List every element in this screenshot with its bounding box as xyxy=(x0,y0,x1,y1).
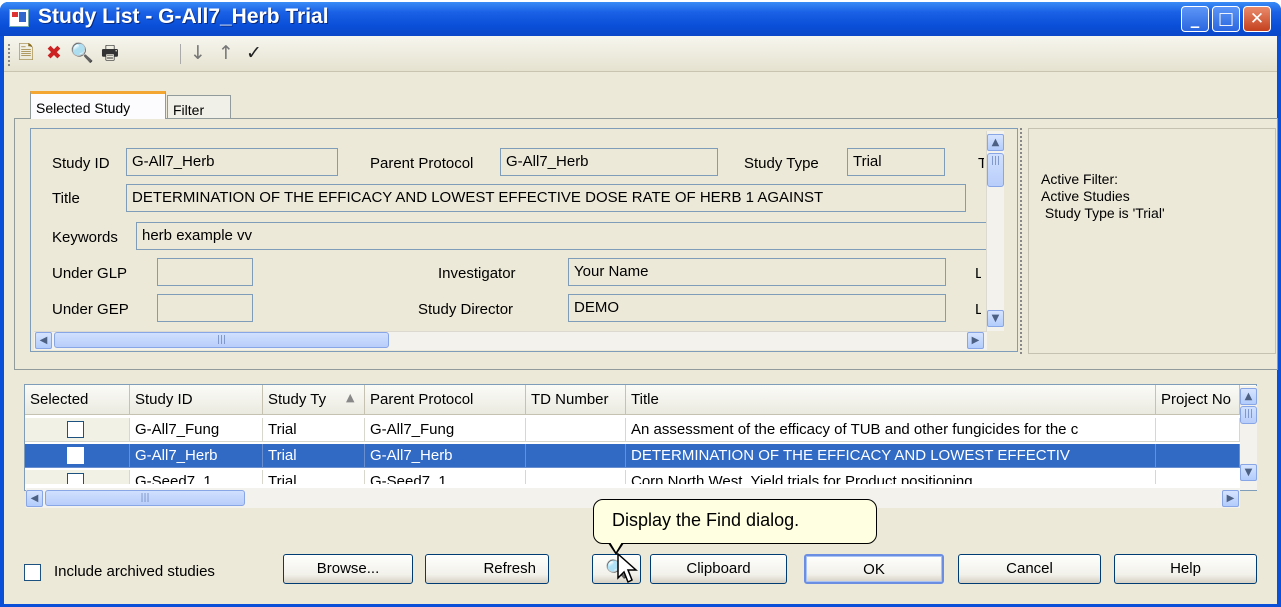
under-gep-field[interactable] xyxy=(157,294,253,322)
study-type-label: Study Type xyxy=(744,155,819,172)
vertical-scroll-thumb[interactable]: ||| xyxy=(987,153,1004,187)
print-icon[interactable]: 🖶 xyxy=(98,42,122,64)
scroll-down-icon[interactable]: ▼ xyxy=(1240,464,1257,481)
sort-ascending-icon: ▲ xyxy=(346,391,355,404)
column-header-parent-protocol[interactable]: Parent Protocol xyxy=(365,385,526,415)
help-button[interactable]: Help xyxy=(1114,554,1257,584)
title-cell[interactable]: DETERMINATION OF THE EFFICACY AND LOWEST… xyxy=(626,444,1156,468)
find-tooltip: Display the Find dialog. xyxy=(593,499,877,544)
refresh-button[interactable]: Refresh xyxy=(425,554,549,584)
column-header-td-number[interactable]: TD Number xyxy=(526,385,626,415)
active-filter-pane xyxy=(1028,128,1276,354)
horizontal-scroll-thumb[interactable]: ||| xyxy=(54,332,389,348)
keywords-field[interactable]: herb example vv xyxy=(136,222,988,250)
keywords-label: Keywords xyxy=(52,229,118,246)
under-gep-label: Under GEP xyxy=(52,301,129,318)
title-field[interactable]: DETERMINATION OF THE EFFICACY AND LOWEST… xyxy=(126,184,966,212)
cut-off-label: T xyxy=(978,155,984,172)
scroll-left-icon[interactable]: ◀ xyxy=(35,332,52,349)
delete-icon[interactable]: ✖ xyxy=(42,42,66,64)
scroll-right-icon[interactable]: ▶ xyxy=(1222,490,1239,507)
include-archived-label[interactable]: Include archived studies xyxy=(54,563,215,580)
project-no-cell[interactable] xyxy=(1156,444,1240,468)
td-number-cell[interactable] xyxy=(526,418,626,442)
row-checkbox[interactable] xyxy=(67,447,84,464)
title-cell[interactable]: An assessment of the efficacy of TUB and… xyxy=(626,418,1156,442)
study-director-field[interactable]: DEMO xyxy=(568,294,946,322)
study-type-cell[interactable]: Trial xyxy=(263,418,365,442)
parent-protocol-field[interactable]: G-All7_Herb xyxy=(500,148,718,176)
scroll-left-icon[interactable]: ◀ xyxy=(26,490,43,507)
column-header-title[interactable]: Title xyxy=(626,385,1156,415)
tab-selected-study[interactable]: Selected Study xyxy=(30,91,166,119)
study-id-cell[interactable]: G-All7_Fung xyxy=(130,418,263,442)
app-icon[interactable] xyxy=(9,9,29,27)
under-glp-label: Under GLP xyxy=(52,265,128,282)
cancel-button[interactable]: Cancel xyxy=(958,554,1101,584)
td-number-cell[interactable] xyxy=(526,444,626,468)
column-header-selected[interactable]: Selected xyxy=(25,385,130,415)
column-header-study-id[interactable]: Study ID xyxy=(130,385,263,415)
selected-cell[interactable] xyxy=(25,418,130,442)
study-type-cell[interactable]: Trial xyxy=(263,444,365,468)
study-id-label: Study ID xyxy=(52,155,110,172)
horizontal-scroll-thumb[interactable]: ||| xyxy=(45,490,245,506)
scroll-right-icon[interactable]: ▶ xyxy=(967,332,984,349)
title-label: Title xyxy=(52,190,80,207)
tab-filter[interactable]: Filter xyxy=(167,95,231,118)
maximize-button[interactable]: □ xyxy=(1212,6,1240,32)
include-archived-checkbox[interactable] xyxy=(24,564,41,581)
parent-protocol-label: Parent Protocol xyxy=(370,155,474,172)
cursor-icon xyxy=(617,552,638,584)
study-id-cell[interactable]: G-All7_Herb xyxy=(130,444,263,468)
study-director-label: Study Director xyxy=(418,301,514,318)
find-icon[interactable]: 🔍 xyxy=(70,42,94,64)
check-icon[interactable]: ✓ xyxy=(242,42,266,64)
clipboard-button[interactable]: Clipboard xyxy=(650,554,787,584)
minimize-button[interactable]: _ xyxy=(1181,6,1209,32)
under-glp-field[interactable] xyxy=(157,258,253,286)
study-id-field[interactable]: G-All7_Herb xyxy=(126,148,338,176)
browse-button[interactable]: Browse... xyxy=(283,554,413,584)
splitter[interactable] xyxy=(1020,128,1024,354)
sort-descending-icon[interactable]: ↑ xyxy=(214,42,238,64)
sort-ascending-icon[interactable]: ↓ xyxy=(186,42,210,64)
cut-off-label: L xyxy=(975,301,981,318)
scroll-up-icon[interactable]: ▲ xyxy=(1240,388,1257,405)
toolbar-grip-icon[interactable] xyxy=(8,44,11,66)
tooltip-pointer-fill xyxy=(610,542,622,552)
properties-icon[interactable]: 🗎 xyxy=(14,42,38,64)
investigator-field[interactable]: Your Name xyxy=(568,258,946,286)
toolbar-separator xyxy=(180,44,181,64)
investigator-label: Investigator xyxy=(438,265,516,282)
row-checkbox[interactable] xyxy=(67,421,84,438)
scroll-down-icon[interactable]: ▼ xyxy=(987,310,1004,327)
cut-off-label: L xyxy=(975,265,981,282)
scroll-up-icon[interactable]: ▲ xyxy=(987,134,1004,151)
selected-cell[interactable] xyxy=(25,444,130,468)
parent-protocol-cell[interactable]: G-All7_Fung xyxy=(365,418,526,442)
project-no-cell[interactable] xyxy=(1156,418,1240,442)
active-filter-text: Active Filter: Active Studies Study Type… xyxy=(1041,171,1165,221)
vertical-scroll-thumb[interactable]: ||| xyxy=(1240,406,1257,424)
study-type-field[interactable]: Trial xyxy=(847,148,945,176)
parent-protocol-cell[interactable]: G-All7_Herb xyxy=(365,444,526,468)
ok-button[interactable]: OK xyxy=(804,554,944,584)
window-title: Study List - G-All7_Herb Trial xyxy=(38,5,329,28)
close-button[interactable]: ✕ xyxy=(1243,6,1271,32)
column-header-project-no[interactable]: Project No xyxy=(1156,385,1240,415)
